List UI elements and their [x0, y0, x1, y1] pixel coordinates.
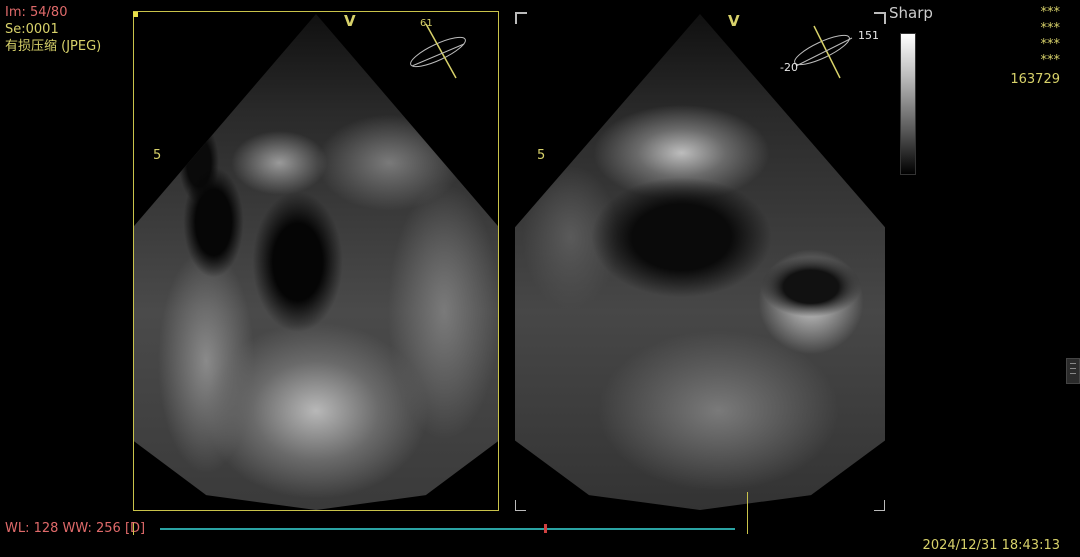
left-angle-label: 61: [420, 18, 433, 29]
id-number-label: 163729: [1010, 72, 1060, 87]
right-view-corner-tl: [515, 12, 527, 24]
timeline-cursor[interactable]: [747, 492, 748, 534]
right-orientation-icon: [794, 25, 853, 79]
anon-field-4: ***: [1040, 53, 1061, 68]
window-level-label: WL: 128 WW: 256 [D]: [5, 521, 146, 536]
compression-label: 有损压缩 (JPEG): [5, 39, 102, 54]
anon-field-3: ***: [1040, 37, 1061, 52]
right-ultrasound-image[interactable]: [515, 14, 885, 510]
filter-label: Sharp: [889, 4, 933, 22]
cine-timeline[interactable]: [160, 528, 735, 530]
right-v-marker: V: [728, 12, 740, 30]
datetime-label: 2024/12/31 18:43:13: [922, 538, 1060, 553]
timeline-start-tick: [133, 523, 134, 535]
left-view-selection-frame: [133, 11, 499, 511]
right-view-corner-br: [874, 500, 885, 511]
timeline-frame-marker[interactable]: [544, 524, 547, 533]
series-label: Se:0001: [5, 22, 59, 37]
right-view-corner-tr: [874, 12, 886, 24]
right-angle-bottom-label: -20: [780, 61, 798, 74]
right-view-corner-bl: [515, 500, 526, 511]
active-view-marker: [133, 12, 138, 17]
anon-field-1: ***: [1040, 5, 1061, 20]
right-depth-label: 5: [537, 148, 546, 163]
left-depth-label: 5: [153, 148, 162, 163]
left-orientation-icon: [410, 23, 466, 79]
grayscale-bar: [900, 33, 916, 175]
left-v-marker: V: [344, 12, 356, 30]
side-scroll-handle[interactable]: [1066, 358, 1080, 384]
right-angle-top-label: 151: [858, 29, 879, 42]
image-index-label: Im: 54/80: [5, 5, 68, 20]
anon-field-2: ***: [1040, 21, 1061, 36]
